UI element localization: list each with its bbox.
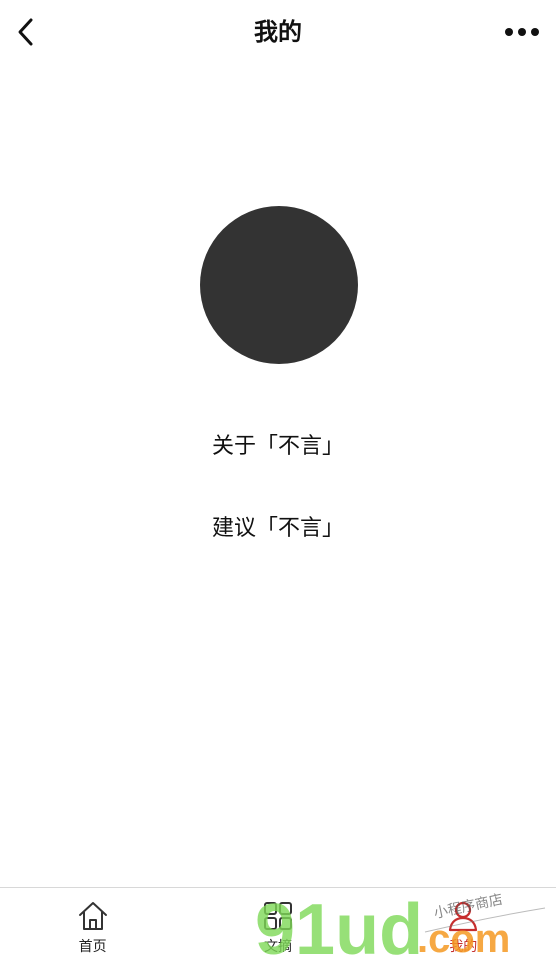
grid-icon	[263, 902, 292, 930]
more-dots-icon	[505, 28, 539, 36]
person-icon	[449, 901, 478, 932]
avatar[interactable]	[200, 206, 358, 364]
home-icon	[78, 902, 107, 930]
tab-mine-label: 我的	[449, 939, 478, 955]
tab-home-label: 首页	[78, 939, 107, 955]
more-button[interactable]	[502, 18, 542, 46]
tab-digest[interactable]: 文摘	[185, 888, 370, 961]
about-menu-item[interactable]: 关于「不言」	[0, 431, 556, 463]
navigation-bar: 我的	[0, 0, 556, 66]
tab-digest-label: 文摘	[263, 939, 292, 955]
suggest-menu-item[interactable]: 建议「不言」	[0, 513, 556, 545]
tab-mine[interactable]: 我的	[371, 888, 556, 961]
page-title: 我的	[254, 18, 302, 46]
tab-home[interactable]: 首页	[0, 888, 185, 961]
tab-bar: 首页 文摘 我的	[0, 887, 556, 961]
